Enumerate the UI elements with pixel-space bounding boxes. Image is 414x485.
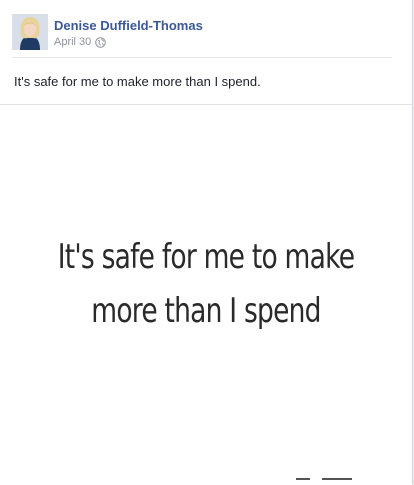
post-image[interactable]: It's safe for me to make more than I spe… xyxy=(0,104,412,485)
feed-post: Denise Duffield-Thomas April 30 It's saf… xyxy=(0,0,413,485)
author-name-link[interactable]: Denise Duffield-Thomas xyxy=(54,18,203,33)
post-meta: April 30 xyxy=(54,36,107,48)
image-quote-line-2: more than I spend xyxy=(91,291,321,331)
header-divider xyxy=(12,57,392,58)
post-header: Denise Duffield-Thomas April 30 xyxy=(12,14,392,54)
image-artifact xyxy=(322,478,352,480)
avatar[interactable] xyxy=(12,14,48,50)
post-date-link[interactable]: April 30 xyxy=(54,36,91,48)
image-quote-line-1: It's safe for me to make xyxy=(57,237,355,277)
image-artifact xyxy=(296,478,310,480)
post-text: It's safe for me to make more than I spe… xyxy=(14,74,261,89)
globe-icon xyxy=(95,36,107,48)
